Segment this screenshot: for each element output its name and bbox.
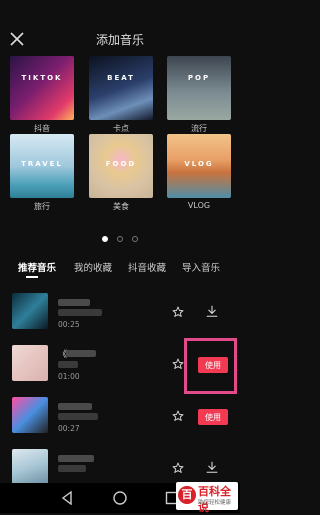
song-duration: 00:27 (58, 424, 80, 433)
music-tabs: 推荐音乐 我的收藏 抖音收藏 导入音乐 (0, 260, 240, 280)
category-thumbnail: BEAT (89, 56, 153, 120)
category-tiktok[interactable]: TIKTOK 抖音 (10, 56, 74, 134)
category-label: 美食 (113, 202, 129, 211)
song-duration: 01:00 (58, 372, 80, 381)
tab-import-music[interactable]: 导入音乐 (182, 260, 220, 274)
active-tab-indicator (26, 276, 38, 278)
star-icon[interactable] (172, 410, 184, 422)
tab-recommended[interactable]: 推荐音乐 (18, 260, 56, 274)
page-title: 添加音乐 (95, 33, 144, 47)
category-beat[interactable]: BEAT 卡点 (89, 56, 153, 134)
song-artist-blurred (58, 465, 86, 472)
tab-my-favorites[interactable]: 我的收藏 (74, 260, 112, 274)
category-label: 旅行 (34, 202, 50, 211)
star-icon[interactable] (172, 306, 184, 318)
use-button[interactable]: 使用 (198, 409, 228, 425)
page-dot (101, 236, 108, 242)
star-icon[interactable] (172, 462, 184, 474)
watermark-icon: 百 (178, 486, 196, 504)
download-icon[interactable] (205, 304, 219, 318)
category-food[interactable]: FOOD 美食 (89, 134, 153, 212)
page-dot (132, 236, 139, 242)
category-travel[interactable]: TRAVEL 旅行 (10, 134, 74, 212)
download-icon[interactable] (205, 460, 219, 474)
home-icon[interactable] (113, 491, 127, 505)
header: 添加音乐 (0, 28, 240, 52)
category-thumbnail: TIKTOK (10, 56, 74, 120)
song-cover (12, 397, 48, 433)
page-indicator (0, 227, 240, 246)
song-title-blurred (58, 403, 92, 410)
song-row[interactable]: 00:25 (0, 287, 240, 339)
song-title-blurred (58, 299, 90, 306)
song-row[interactable]: 00:27 使用 (0, 391, 240, 443)
star-icon[interactable] (172, 358, 184, 370)
watermark-subtitle: 助您轻松健康 (198, 500, 232, 506)
song-duration: 00:25 (58, 320, 80, 329)
song-artist-blurred (58, 413, 98, 420)
category-vlog[interactable]: VLOG VLOG (167, 134, 231, 210)
song-title-blurred (58, 455, 94, 462)
category-thumbnail: POP (167, 56, 231, 120)
back-icon[interactable] (60, 491, 74, 505)
song-artist-blurred (58, 309, 102, 316)
category-thumbnail: TRAVEL (10, 134, 74, 198)
category-thumbnail: VLOG (167, 134, 231, 198)
song-cover (12, 449, 48, 485)
song-artist-blurred (58, 361, 78, 368)
watermark-logo: 百 百科全说 助您轻松健康 (176, 482, 238, 514)
page-dot (117, 236, 123, 242)
category-label: VLOG (187, 201, 211, 210)
category-pop[interactable]: POP 流行 (167, 56, 231, 134)
category-label: 卡点 (113, 124, 129, 133)
song-cover (12, 293, 48, 329)
highlight-box (184, 338, 237, 394)
category-label: 流行 (191, 124, 207, 133)
category-label: 抖音 (34, 124, 50, 133)
song-cover (12, 345, 48, 381)
category-thumbnail: FOOD (89, 134, 153, 198)
tab-douyin-favorites[interactable]: 抖音收藏 (128, 260, 166, 274)
song-title-blurred (66, 350, 96, 357)
